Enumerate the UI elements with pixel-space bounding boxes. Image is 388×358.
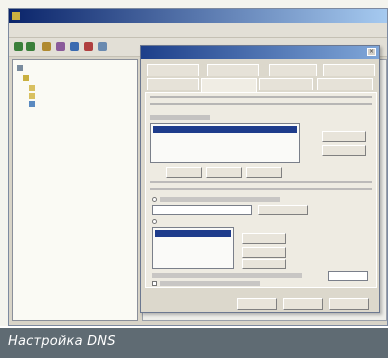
dns-suffix-label [152, 273, 302, 278]
tree-item-forward-zones[interactable] [29, 84, 35, 92]
help-icon[interactable] [98, 42, 107, 51]
advanced-tcpip-dialog: × [140, 45, 380, 313]
tab-wins-top[interactable] [269, 64, 317, 76]
tree-item-dns[interactable] [23, 74, 29, 82]
dns-servers-label [150, 115, 210, 120]
tree-item-root[interactable] [17, 64, 23, 72]
add-dns-server-button[interactable] [166, 167, 202, 178]
close-icon[interactable]: × [367, 48, 376, 56]
tab-advanced[interactable] [317, 78, 373, 90]
tab-wins[interactable] [259, 78, 313, 90]
move-up-button[interactable] [322, 131, 366, 142]
dns-description-text [150, 96, 372, 110]
register-address-label [160, 281, 260, 286]
resolution-description-text [150, 181, 372, 195]
console-icon [12, 12, 20, 20]
apply-button[interactable] [329, 298, 369, 310]
suffix-up-button[interactable] [242, 233, 286, 244]
primary-suffix-field[interactable] [152, 205, 252, 215]
back-icon[interactable] [14, 42, 23, 51]
folder-icon [29, 93, 35, 99]
edit-dns-server-button[interactable] [206, 167, 242, 178]
cancel-button[interactable] [283, 298, 323, 310]
suffix-down-button[interactable] [242, 247, 286, 258]
export-icon[interactable] [84, 42, 93, 51]
caption-bar: Настройка DNS [0, 328, 388, 358]
refresh-icon[interactable] [70, 42, 79, 51]
tree-item-reverse-zones[interactable] [29, 92, 35, 100]
dns-server-selected-row[interactable] [153, 126, 297, 133]
suffix-remove-button[interactable] [242, 259, 286, 269]
properties-icon[interactable] [56, 42, 65, 51]
console-tree[interactable] [12, 59, 138, 321]
tab-ip[interactable] [147, 78, 199, 90]
window-titlebar [9, 9, 387, 23]
ok-button[interactable] [237, 298, 277, 310]
caption-text: Настройка DNS [8, 334, 116, 349]
dns-icon [23, 75, 29, 81]
dns-settings-panel [145, 92, 377, 288]
tab-dns[interactable] [201, 78, 257, 92]
dns-server-list[interactable] [150, 123, 300, 163]
console-root-icon [17, 65, 23, 71]
dialog-tabs [145, 62, 377, 92]
tab-dns-top[interactable] [207, 64, 259, 76]
computer-icon [29, 101, 35, 107]
up-icon[interactable] [42, 42, 51, 51]
append-primary-radio[interactable] [152, 197, 157, 202]
suffix-selected-row[interactable] [155, 230, 231, 237]
tab-ip-settings[interactable] [147, 64, 199, 76]
register-address-checkbox[interactable] [152, 281, 157, 286]
append-these-radio[interactable] [152, 219, 157, 224]
tree-item-event-viewer[interactable] [29, 100, 35, 108]
folder-icon [29, 85, 35, 91]
dns-suffix-field[interactable] [328, 271, 368, 281]
remove-dns-server-button[interactable] [246, 167, 282, 178]
suffix-list[interactable] [152, 227, 234, 269]
dialog-titlebar: × [141, 46, 379, 59]
menu-bar [9, 23, 387, 38]
move-down-button[interactable] [322, 145, 366, 156]
parent-suffix-button[interactable] [258, 205, 308, 215]
screenshot-frame: × Настройка DNS [0, 0, 388, 358]
forward-icon[interactable] [26, 42, 35, 51]
tab-options[interactable] [323, 64, 375, 76]
append-primary-label [160, 197, 280, 202]
